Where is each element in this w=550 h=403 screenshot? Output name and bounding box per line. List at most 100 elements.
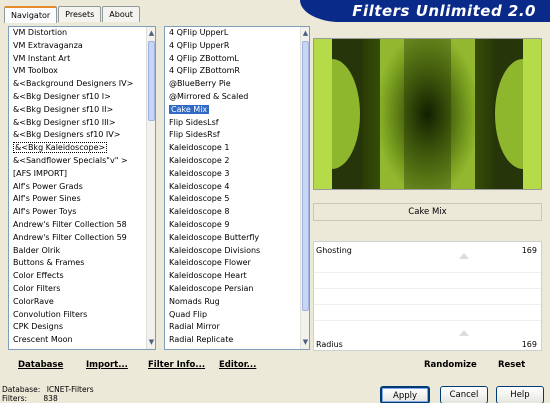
scroll-thumb[interactable] bbox=[148, 41, 155, 121]
category-list-item[interactable]: Color Filters bbox=[9, 283, 155, 296]
filter-label: Quad Flip bbox=[169, 309, 208, 319]
scroll-thumb[interactable] bbox=[302, 41, 309, 311]
filter-list-item[interactable]: Kaleidoscope 2 bbox=[165, 155, 309, 168]
tab-presets[interactable]: Presets bbox=[58, 6, 102, 22]
help-button[interactable]: Help bbox=[496, 386, 544, 403]
tab-bar: Navigator Presets About bbox=[4, 6, 141, 23]
filter-list-item[interactable]: 4 QFlip UpperL bbox=[165, 27, 309, 40]
tab-navigator[interactable]: Navigator bbox=[4, 6, 58, 23]
tab-about[interactable]: About bbox=[102, 6, 140, 22]
editor-button[interactable]: Editor... bbox=[219, 360, 256, 370]
filter-list-item[interactable]: Kaleidoscope 4 bbox=[165, 181, 309, 194]
category-list-item[interactable]: VM Toolbox bbox=[9, 65, 155, 78]
reset-button[interactable]: Reset bbox=[498, 360, 525, 370]
category-list-item[interactable]: VM Extravaganza bbox=[9, 40, 155, 53]
filter-info-button[interactable]: Filter Info... bbox=[148, 360, 205, 370]
category-label: &<Bkg Designer sf10 II> bbox=[13, 104, 114, 114]
filter-list-item[interactable]: 4 QFlip UpperR bbox=[165, 40, 309, 53]
param-row-ghosting[interactable]: Ghosting 169 bbox=[316, 245, 537, 257]
category-label: Color Filters bbox=[13, 283, 61, 293]
category-label: Alf's Power Grads bbox=[13, 181, 83, 191]
category-label: VM Distortion bbox=[13, 28, 68, 37]
category-list-item[interactable]: Andrew's Filter Collection 58 bbox=[9, 219, 155, 232]
import-button[interactable]: Import... bbox=[86, 360, 128, 370]
slider-thumb-icon[interactable] bbox=[459, 253, 469, 259]
category-label: Balder Olrik bbox=[13, 245, 61, 255]
filter-list-item[interactable]: 4 QFlip ZBottomL bbox=[165, 53, 309, 66]
category-label: Crescent Moon bbox=[13, 335, 73, 345]
filter-list-item[interactable]: Nomads Rug bbox=[165, 296, 309, 309]
filter-label: @BlueBerry Pie bbox=[169, 79, 231, 89]
category-scrollbar[interactable]: ▲ ▼ bbox=[146, 27, 155, 349]
scroll-up-icon[interactable]: ▲ bbox=[147, 29, 155, 38]
filter-list-item[interactable]: Radial Replicate bbox=[165, 334, 309, 347]
filter-label: 4 QFlip ZBottomL bbox=[169, 53, 239, 63]
filter-list-item[interactable]: Radial Mirror bbox=[165, 321, 309, 334]
category-list-item[interactable]: ColorRave bbox=[9, 296, 155, 309]
filter-list-item[interactable]: Kaleidoscope Flower bbox=[165, 257, 309, 270]
apply-button[interactable]: Apply bbox=[380, 386, 430, 403]
filter-list-item[interactable]: Kaleidoscope Heart bbox=[165, 270, 309, 283]
database-status-label: Database: bbox=[2, 385, 41, 394]
filter-list-item[interactable]: Kaleidoscope 3 bbox=[165, 168, 309, 181]
filter-list-item[interactable]: @Mirrored & Scaled bbox=[165, 91, 309, 104]
filter-list-item[interactable]: Kaleidoscope Divisions bbox=[165, 245, 309, 258]
filter-list-item[interactable]: @BlueBerry Pie bbox=[165, 78, 309, 91]
category-list-item[interactable]: VM Instant Art bbox=[9, 53, 155, 66]
category-list[interactable]: VM Distortion VM Extravaganza VM Instant A… bbox=[9, 27, 155, 347]
category-list-item[interactable]: &<Bkg Designer sf10 I> bbox=[9, 91, 155, 104]
category-list-item[interactable]: Convolution Filters bbox=[9, 309, 155, 322]
scroll-up-icon[interactable]: ▲ bbox=[301, 29, 309, 38]
filter-list-item[interactable]: Kaleidoscope 5 bbox=[165, 193, 309, 206]
filter-scrollbar[interactable]: ▲ ▼ bbox=[300, 27, 309, 349]
scroll-down-icon[interactable]: ▼ bbox=[147, 338, 155, 347]
category-list-item[interactable]: &<Sandflower Specials"v" > bbox=[9, 155, 155, 168]
filters-count-label: Filters: bbox=[2, 394, 28, 403]
param-row-radius[interactable]: Radius 169 bbox=[316, 339, 537, 351]
filter-label: Nomads Rug bbox=[169, 296, 220, 306]
filter-label: Radial Replicate bbox=[169, 335, 234, 345]
scroll-down-icon[interactable]: ▼ bbox=[301, 338, 309, 347]
category-list-item[interactable]: Buttons & Frames bbox=[9, 257, 155, 270]
filter-list-item[interactable]: Cake Mix bbox=[165, 104, 309, 117]
filter-list-item[interactable]: Kaleidoscope Persian bbox=[165, 283, 309, 296]
randomize-button[interactable]: Randomize bbox=[424, 360, 477, 370]
category-list-item[interactable]: [AFS IMPORT] bbox=[9, 168, 155, 181]
filter-list-item[interactable]: Quad Flip bbox=[165, 309, 309, 322]
filter-list-item[interactable]: Kaleidoscope 9 bbox=[165, 219, 309, 232]
selected-filter-name: Cake Mix bbox=[313, 203, 542, 221]
cancel-button[interactable]: Cancel bbox=[440, 386, 488, 403]
filters-count-value: 838 bbox=[43, 394, 58, 403]
category-list-item[interactable]: Balder Olrik bbox=[9, 245, 155, 258]
category-list-item[interactable]: &<Bkg Designers sf10 IV> bbox=[9, 129, 155, 142]
filter-list-item[interactable]: Flip SidesLsf bbox=[165, 117, 309, 130]
filter-list[interactable]: 4 QFlip UpperL 4 QFlip UpperR 4 QFlip ZBot… bbox=[165, 27, 309, 347]
filter-list-item[interactable]: Kaleidoscope 1 bbox=[165, 142, 309, 155]
filter-list-item[interactable]: 4 QFlip ZBottomR bbox=[165, 65, 309, 78]
category-list-item[interactable]: &<Bkg Designer sf10 III> bbox=[9, 117, 155, 130]
category-list-item[interactable]: Crescent Moon bbox=[9, 334, 155, 347]
category-label: Convolution Filters bbox=[13, 309, 88, 319]
category-label: VM Instant Art bbox=[13, 53, 71, 63]
filter-list-panel: 4 QFlip UpperL 4 QFlip UpperR 4 QFlip ZBot… bbox=[164, 26, 310, 350]
filter-label: Kaleidoscope Butterfly bbox=[169, 232, 260, 242]
category-list-item[interactable]: &<Bkg Kaleidoscope> bbox=[9, 142, 155, 155]
category-list-item[interactable]: Alf's Power Sines bbox=[9, 193, 155, 206]
filter-list-item[interactable]: Flip SidesRsf bbox=[165, 129, 309, 142]
category-list-item[interactable]: VM Distortion bbox=[9, 27, 155, 40]
filter-list-item[interactable]: Kaleidoscope Butterfly bbox=[165, 232, 309, 245]
title-banner: Filters Unlimited 2.0 bbox=[300, 0, 550, 22]
category-list-item[interactable]: &<Bkg Designer sf10 II> bbox=[9, 104, 155, 117]
category-list-item[interactable]: Alf's Power Toys bbox=[9, 206, 155, 219]
filter-label: Kaleidoscope 3 bbox=[169, 168, 230, 178]
preview-image bbox=[313, 38, 542, 190]
category-list-item[interactable]: CPK Designs bbox=[9, 321, 155, 334]
category-list-item[interactable]: Alf's Power Grads bbox=[9, 181, 155, 194]
database-button[interactable]: Database bbox=[18, 360, 63, 370]
category-list-item[interactable]: Color Effects bbox=[9, 270, 155, 283]
category-list-item[interactable]: &<Background Designers IV> bbox=[9, 78, 155, 91]
category-list-item[interactable]: Andrew's Filter Collection 59 bbox=[9, 232, 155, 245]
filter-list-item[interactable]: Kaleidoscope 8 bbox=[165, 206, 309, 219]
filter-label: Kaleidoscope 5 bbox=[169, 194, 230, 204]
slider-thumb-icon[interactable] bbox=[459, 330, 469, 336]
